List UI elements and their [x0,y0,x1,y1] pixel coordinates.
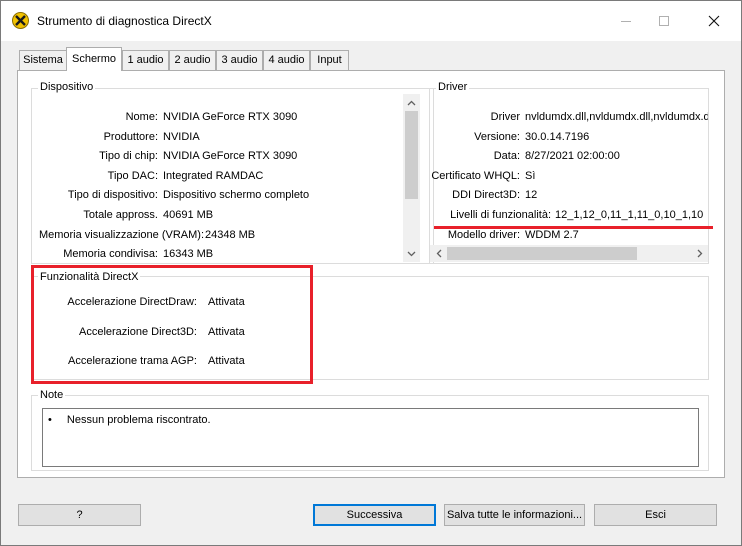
device-label: Tipo DAC: [107,170,158,182]
driver-value: 30.0.14.7196 [525,131,590,143]
device-value: 16343 MB [163,248,214,260]
exit-button[interactable]: Esci [594,504,717,526]
device-label: Nome: [125,111,158,123]
highlight-underline [434,226,713,229]
help-button[interactable]: ? [18,504,141,526]
device-value: Dispositivo schermo completo [163,189,310,201]
tab-4-audio[interactable]: 4 audio [263,50,310,70]
driver-label: Modello driver: [447,229,520,241]
highlight-box [31,265,313,384]
maximize-button[interactable] [641,1,687,41]
tab-schermo[interactable]: Schermo [66,47,122,71]
device-value: NVIDIA [163,131,200,143]
device-value: Integrated RAMDAC [163,170,264,182]
device-scroll-thumb[interactable] [405,111,418,199]
driver-group: Driver Driver nvldumdx.dll,nvldumdx.dll,… [429,81,709,264]
driver-label: Data: [493,150,520,162]
device-label: Tipo di chip: [99,150,158,162]
device-label: Tipo di dispositivo: [67,189,158,201]
driver-value: WDDM 2.7 [525,229,579,241]
notes-textbox[interactable]: • Nessun problema riscontrato. [42,408,699,467]
tab-2-audio[interactable]: 2 audio [169,50,216,70]
driver-row: Livelli di funzionalità: 12_1,12_0,11_1,… [430,209,708,225]
device-value: NVIDIA GeForce RTX 3090 [163,111,298,123]
driver-label: Versione: [474,131,520,143]
driver-label: Driver [490,111,520,123]
window-title: Strumento di diagnostica DirectX [37,14,212,28]
device-label: Totale appross. [83,209,158,221]
notes-group-title: Note [38,389,66,401]
scroll-right-icon[interactable] [691,245,708,262]
close-button[interactable] [691,1,737,41]
device-row: Memoria condivisa: 16343 MB [32,248,432,264]
driver-scroll-thumb[interactable] [447,247,637,260]
save-all-button[interactable]: Salva tutte le informazioni... [444,504,585,526]
device-group-title: Dispositivo [38,81,96,93]
dxdiag-window: Strumento di diagnostica DirectX Sistema… [0,0,742,546]
driver-row: Versione: 30.0.14.7196 [430,131,708,147]
scroll-up-icon[interactable] [403,94,420,111]
driver-label: Livelli di funzionalità: [450,209,551,221]
driver-row: Data: 8/27/2021 02:00:00 [430,150,708,166]
device-row: Tipo di chip: NVIDIA GeForce RTX 3090 [32,150,432,166]
scroll-left-icon[interactable] [430,245,447,262]
driver-value: 12_1,12_0,11_1,11_0,10_1,10 [555,209,704,221]
device-value: NVIDIA GeForce RTX 3090 [163,150,298,162]
scroll-down-icon[interactable] [403,245,420,262]
tab-sistema[interactable]: Sistema [19,50,67,70]
driver-value: nvldumdx.dll,nvldumdx.dll,nvldumdx.d [525,111,708,123]
device-row: Memoria visualizzazione (VRAM): 24348 MB [32,229,432,245]
device-label: Memoria condivisa: [63,248,158,260]
driver-label: Certificato WHQL: [431,170,520,182]
notes-list-item: • Nessun problema riscontrato. [48,414,211,426]
device-row: Tipo di dispositivo: Dispositivo schermo… [32,189,432,205]
next-button[interactable]: Successiva [313,504,436,526]
title-bar: Strumento di diagnostica DirectX [1,1,741,41]
device-row: Tipo DAC: Integrated RAMDAC [32,170,432,186]
driver-row: Certificato WHQL: Sì [430,170,708,186]
device-scrollbar[interactable] [403,94,420,262]
driver-value: 8/27/2021 02:00:00 [525,150,620,162]
directx-icon [12,12,29,29]
tab-input[interactable]: Input [310,50,349,70]
note-text: Nessun problema riscontrato. [66,414,211,426]
tab-3-audio[interactable]: 3 audio [216,50,263,70]
device-value: 24348 MB [205,229,256,241]
driver-h-scrollbar[interactable] [430,245,708,262]
driver-group-title: Driver [436,81,470,93]
device-label: Produttore: [103,131,158,143]
bullet-icon: • [48,414,52,426]
device-label: Memoria visualizzazione (VRAM): [38,229,204,241]
device-group: Dispositivo Nome: NVIDIA GeForce RTX 309… [31,81,434,264]
driver-row: Driver nvldumdx.dll,nvldumdx.dll,nvldumd… [430,111,708,127]
driver-label: DDI Direct3D: [452,189,520,201]
device-row: Nome: NVIDIA GeForce RTX 3090 [32,111,432,127]
driver-value: Sì [525,170,536,182]
device-value: 40691 MB [163,209,214,221]
driver-row: DDI Direct3D: 12 [430,189,708,205]
tab-1-audio[interactable]: 1 audio [122,50,169,70]
device-row: Produttore: NVIDIA [32,131,432,147]
driver-row: Modello driver: WDDM 2.7 [430,229,708,245]
notes-group: Note • Nessun problema riscontrato. [31,389,709,471]
driver-value: 12 [525,189,538,201]
device-row: Totale appross. 40691 MB [32,209,432,225]
